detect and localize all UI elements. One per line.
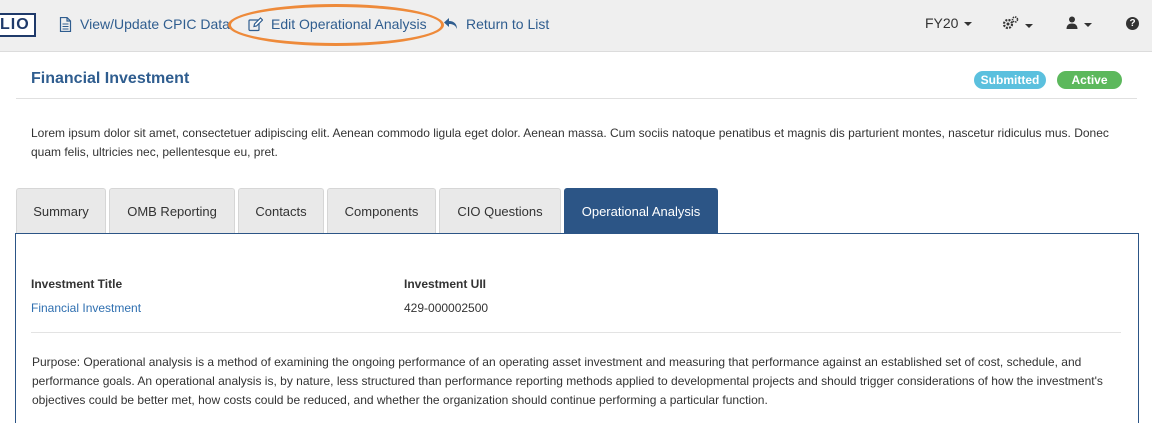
chevron-down-icon <box>1025 23 1033 28</box>
gears-icon <box>1002 16 1019 33</box>
header-divider <box>16 98 1137 99</box>
view-update-cpic-label: View/Update CPIC Data <box>80 16 230 32</box>
fiscal-year-dropdown[interactable]: FY20 <box>925 15 973 31</box>
purpose-text: Purpose: Operational analysis is a metho… <box>32 355 1103 407</box>
chevron-down-icon <box>1084 23 1092 27</box>
view-update-cpic-link[interactable]: View/Update CPIC Data <box>59 16 230 32</box>
tab-summary[interactable]: Summary <box>16 188 106 233</box>
tab-operational-analysis[interactable]: Operational Analysis <box>564 188 718 233</box>
tab-bar: Summary OMB Reporting Contacts Component… <box>16 188 721 233</box>
document-icon <box>59 16 72 32</box>
panel-divider <box>31 332 1121 333</box>
status-badge-submitted: Submitted <box>974 71 1046 89</box>
top-navbar: LIO View/Update CPIC Data Edit Operation… <box>0 0 1152 52</box>
investment-uii-value: 429-000002500 <box>404 301 489 315</box>
tab-contacts[interactable]: Contacts <box>238 188 324 233</box>
edit-operational-analysis-label: Edit Operational Analysis <box>271 16 427 32</box>
user-icon <box>1066 16 1078 32</box>
tab-omb-reporting[interactable]: OMB Reporting <box>109 188 235 233</box>
tab-cio-questions[interactable]: CIO Questions <box>439 188 561 233</box>
user-menu-dropdown[interactable] <box>1066 16 1092 32</box>
help-button[interactable]: ? <box>1126 17 1139 30</box>
return-arrow-icon <box>443 17 458 31</box>
investment-title-label: Investment Title <box>31 277 123 291</box>
investment-description: Lorem ipsum dolor sit amet, consectetuer… <box>31 126 1109 159</box>
edit-icon <box>248 16 263 32</box>
settings-dropdown[interactable] <box>1002 16 1033 33</box>
return-to-list-label: Return to List <box>466 16 550 32</box>
operational-analysis-panel: Investment Title Financial Investment In… <box>15 233 1139 423</box>
return-to-list-link[interactable]: Return to List <box>443 16 549 32</box>
status-badge-active: Active <box>1057 71 1122 89</box>
page-title: Financial Investment <box>31 70 190 87</box>
app-logo[interactable]: LIO <box>0 13 36 37</box>
help-icon: ? <box>1126 17 1139 30</box>
fiscal-year-label: FY20 <box>925 15 959 31</box>
logo-text: LIO <box>0 16 30 33</box>
tab-components[interactable]: Components <box>327 188 436 233</box>
investment-uii-label: Investment UII <box>404 277 487 291</box>
investment-title-link[interactable]: Financial Investment <box>31 301 141 315</box>
edit-operational-analysis-link[interactable]: Edit Operational Analysis <box>248 16 427 32</box>
chevron-down-icon <box>964 22 973 26</box>
